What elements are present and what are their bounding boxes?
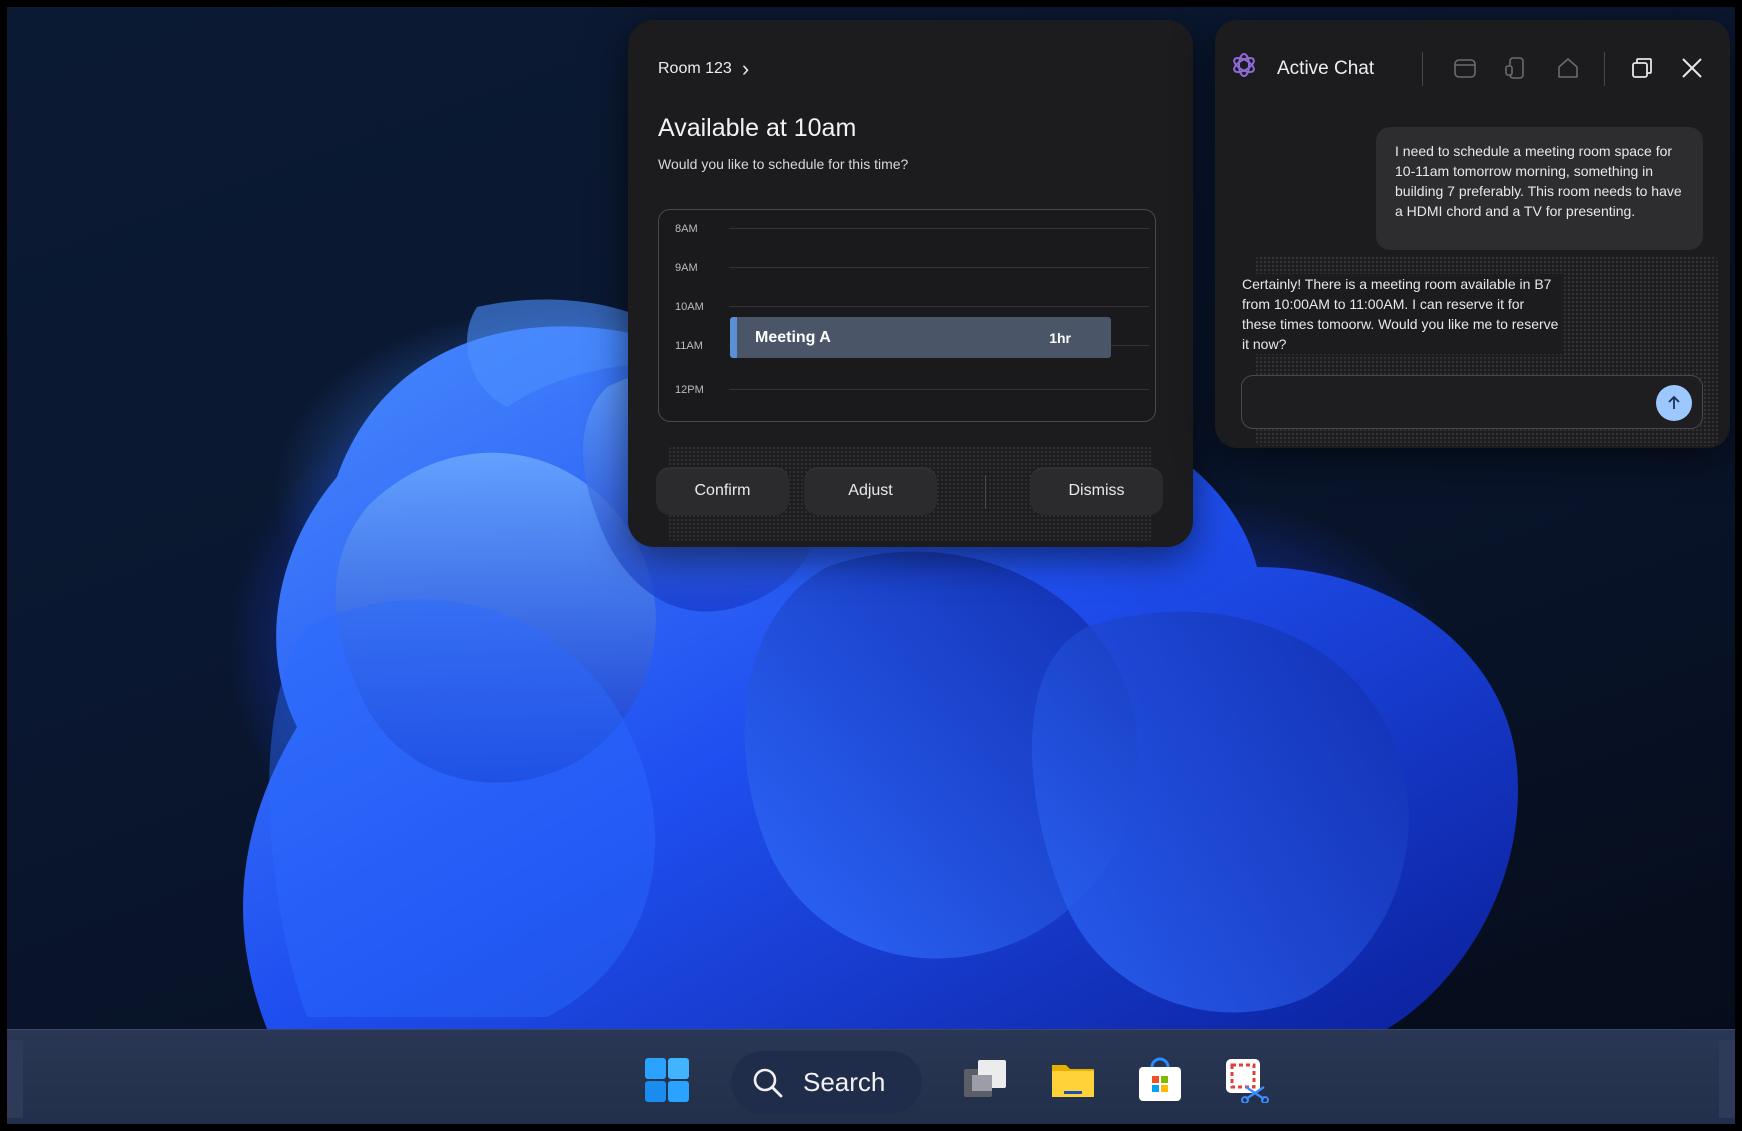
chevron-right-icon: › [741,56,750,81]
header-divider [1422,52,1423,86]
hour-label: 12PM [675,384,704,396]
taskbar-edge [1719,1040,1735,1118]
hour-label: 9AM [675,262,698,274]
desktop: Room 123 › Available at 10am Would you l… [7,7,1735,1124]
task-view-icon[interactable] [962,1057,1008,1103]
schedule-panel: Room 123 › Available at 10am Would you l… [628,20,1193,547]
restore-window-icon[interactable] [1629,55,1655,81]
day-calendar: 8AM 9AM 10AM 11AM 12PM Meeting A 1hr [658,209,1156,422]
chat-input-box [1241,375,1703,429]
confirm-button[interactable]: Confirm [656,467,789,515]
snipping-tool-icon[interactable] [1224,1057,1270,1103]
chat-title: Active Chat [1277,58,1375,79]
home-icon[interactable] [1555,55,1581,81]
hour-label: 8AM [675,223,698,235]
room-label: Room 123 [658,60,732,77]
meeting-duration: 1hr [1049,329,1071,346]
close-icon[interactable] [1679,55,1705,81]
dismiss-button[interactable]: Dismiss [1030,467,1163,515]
chat-panel: Active Chat I need to schedule a meeting… [1215,20,1730,448]
user-message: I need to schedule a meeting room space … [1376,127,1703,250]
file-explorer-icon[interactable] [1050,1057,1096,1103]
hour-gridline [729,389,1149,390]
calendar-icon[interactable] [1452,55,1478,81]
store-icon[interactable] [1137,1057,1183,1103]
meeting-title: Meeting A [755,328,831,346]
taskbar-edge [7,1040,23,1118]
taskbar-search[interactable]: Search [731,1051,922,1114]
meeting-block[interactable]: Meeting A 1hr [730,317,1111,358]
button-divider [985,475,986,509]
hour-label: 11AM [675,340,703,352]
hour-gridline [729,267,1149,268]
search-icon [753,1068,783,1097]
chat-header: Active Chat [1215,20,1730,96]
device-icon[interactable] [1503,55,1529,81]
start-icon[interactable] [644,1057,690,1103]
copilot-logo-icon [1233,53,1255,77]
hour-gridline [729,306,1149,307]
assistant-message: Certainly! There is a meeting room avail… [1242,274,1562,354]
search-label: Search [803,1067,886,1097]
arrow-up-icon [1668,395,1680,409]
room-link[interactable]: Room 123 › [658,56,750,81]
availability-title: Available at 10am [658,114,857,142]
header-divider [1604,52,1605,86]
chat-input[interactable] [1256,388,1640,418]
hour-label: 10AM [675,301,704,313]
taskbar: Search [7,1029,1735,1124]
schedule-question: Would you like to schedule for this time… [658,156,909,172]
hour-gridline [729,228,1149,229]
send-button[interactable] [1656,385,1692,421]
adjust-button[interactable]: Adjust [804,467,937,515]
